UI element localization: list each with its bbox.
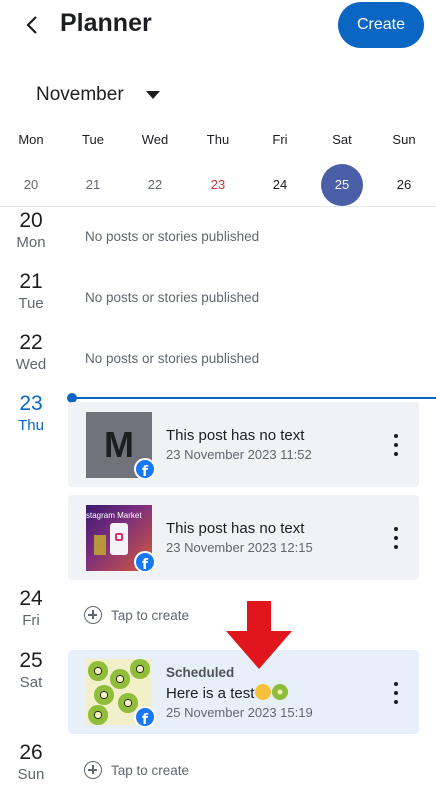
- empty-day-text: No posts or stories published: [85, 351, 260, 366]
- week-day-sun[interactable]: Sun 26: [373, 130, 435, 206]
- kiwi-graphic: [130, 659, 150, 679]
- caret-down-icon: [145, 91, 160, 99]
- month-selector[interactable]: November: [36, 84, 160, 106]
- instagram-icon: [115, 533, 123, 541]
- day-number: 22: [19, 331, 43, 354]
- day-name: Sat: [19, 674, 43, 691]
- back-arrow-icon: [26, 16, 37, 34]
- thumbnail-text: stagram Market: [86, 511, 142, 520]
- post-date: 23 November 2023 12:15: [166, 540, 313, 555]
- week-day-fri[interactable]: Fri 24: [249, 130, 311, 206]
- post-title-text: Here is a test: [166, 685, 255, 702]
- week-day-name: Sun: [392, 132, 416, 147]
- day-label-23: 23 Thu: [0, 392, 62, 436]
- day-name: Fri: [22, 612, 40, 629]
- day-label-26: 26 Sun: [0, 741, 62, 785]
- chart-graphic: [94, 535, 106, 555]
- more-vertical-icon[interactable]: [389, 682, 403, 704]
- day-number: 20: [19, 209, 43, 232]
- week-day-sat[interactable]: Sat 25: [311, 130, 373, 206]
- week-day-number-selected: 25: [321, 164, 363, 206]
- kiwi-graphic: [110, 669, 130, 689]
- tap-to-create-label: Tap to create: [111, 607, 190, 623]
- week-day-name: Tue: [82, 132, 104, 147]
- week-day-number: 20: [23, 177, 39, 192]
- week-day-number: 22: [147, 177, 163, 192]
- post-title: This post has no text: [166, 427, 305, 444]
- post-title: Here is a test: [166, 684, 289, 702]
- tap-to-create-button[interactable]: Tap to create: [84, 606, 189, 624]
- post-date: 23 November 2023 11:52: [166, 447, 312, 462]
- facebook-icon: f: [134, 706, 156, 728]
- day-label-20: 20 Mon: [0, 209, 62, 253]
- smiling-emoji-icon: [255, 684, 272, 700]
- tap-to-create-button[interactable]: Tap to create: [84, 761, 189, 779]
- week-day-thu[interactable]: Thu 23: [187, 130, 249, 206]
- week-day-mon[interactable]: Mon 20: [0, 130, 62, 206]
- facebook-icon: f: [134, 458, 156, 480]
- empty-day-text: No posts or stories published: [85, 229, 260, 244]
- day-name: Sun: [17, 766, 45, 783]
- day-number: 26: [19, 741, 43, 764]
- week-day-number: 24: [272, 177, 288, 192]
- day-name: Wed: [15, 356, 47, 373]
- kiwi-graphic: [88, 661, 108, 681]
- week-day-name: Sat: [332, 132, 352, 147]
- divider: [0, 206, 436, 207]
- kiwi-graphic: [94, 685, 114, 705]
- week-day-name: Fri: [272, 132, 288, 147]
- page-title: Planner: [60, 9, 152, 37]
- header: Planner Create: [0, 0, 436, 62]
- week-day-name: Wed: [141, 132, 169, 147]
- tap-to-create-label: Tap to create: [111, 762, 190, 778]
- day-name: Tue: [18, 295, 44, 312]
- kiwi-emoji-icon: [272, 684, 289, 700]
- post-card[interactable]: M f This post has no text 23 November 20…: [68, 402, 419, 487]
- month-label: November: [36, 84, 124, 105]
- day-label-22: 22 Wed: [0, 331, 62, 375]
- empty-day-text: No posts or stories published: [85, 290, 260, 305]
- week-day-number: 23: [210, 177, 226, 192]
- day-name: Mon: [16, 234, 46, 251]
- create-button[interactable]: Create: [338, 2, 424, 48]
- week-day-tue[interactable]: Tue 21: [62, 130, 124, 206]
- day-label-24: 24 Fri: [0, 587, 62, 631]
- kiwi-graphic: [88, 705, 108, 725]
- day-name: Thu: [18, 417, 44, 434]
- more-vertical-icon[interactable]: [389, 527, 403, 549]
- more-vertical-icon[interactable]: [389, 434, 403, 456]
- week-day-name: Mon: [18, 132, 44, 147]
- facebook-icon: f: [134, 551, 156, 573]
- today-indicator-line: [72, 397, 436, 399]
- day-number: 21: [19, 270, 43, 293]
- week-day-wed[interactable]: Wed 22: [124, 130, 186, 206]
- plus-circle-icon: [84, 761, 102, 779]
- post-date: 25 November 2023 15:19: [166, 705, 313, 720]
- post-title: This post has no text: [166, 520, 305, 537]
- week-day-number: 26: [396, 177, 412, 192]
- day-label-25: 25 Sat: [0, 649, 62, 693]
- week-day-number: 21: [85, 177, 101, 192]
- plus-circle-icon: [84, 606, 102, 624]
- post-card[interactable]: stagram Market f This post has no text 2…: [68, 495, 419, 580]
- red-down-arrow-annotation: [226, 601, 292, 669]
- day-number: 25: [19, 649, 43, 672]
- day-number: 24: [19, 587, 43, 610]
- day-number: 23: [19, 392, 43, 415]
- thumbnail-letter: M: [104, 424, 134, 465]
- week-day-name: Thu: [206, 132, 230, 147]
- back-button[interactable]: [18, 10, 46, 40]
- day-label-21: 21 Tue: [0, 270, 62, 314]
- week-strip: Mon 20 Tue 21 Wed 22 Thu 23 Fri 24 Sat 2…: [0, 130, 436, 206]
